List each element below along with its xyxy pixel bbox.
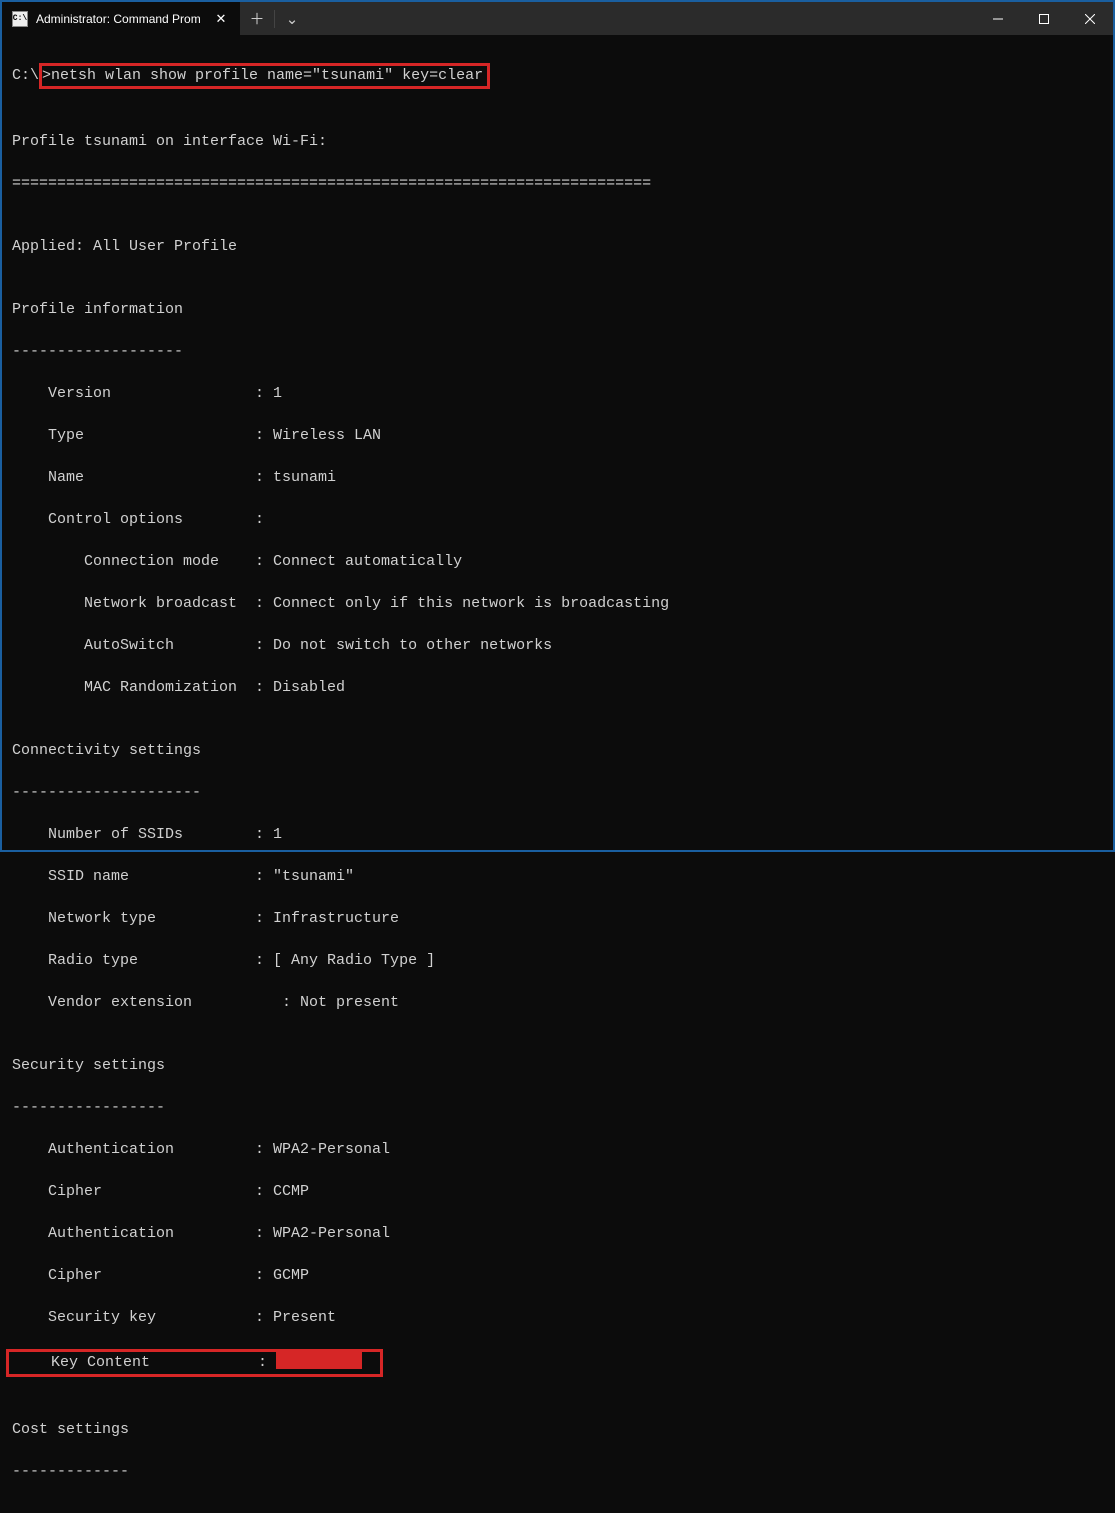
cmd-icon: C:\	[12, 11, 28, 27]
new-tab-button[interactable]: ＋	[240, 2, 274, 35]
output-line: ========================================…	[12, 173, 1103, 194]
output-line: Applied: All User Profile	[12, 236, 1103, 257]
maximize-icon	[1039, 14, 1049, 24]
output-line: -------------	[12, 1461, 1103, 1482]
minimize-button[interactable]	[975, 2, 1021, 35]
section-header: Profile information	[12, 299, 1103, 320]
key-content-line: Key Content :	[12, 1349, 1103, 1377]
output-line: Security key : Present	[12, 1307, 1103, 1328]
output-line: Cipher : CCMP	[12, 1181, 1103, 1202]
tab-title: Administrator: Command Prom	[36, 12, 204, 26]
prompt-line: C:\>netsh wlan show profile name="tsunam…	[12, 65, 1103, 89]
tab-close-button[interactable]: ✕	[212, 10, 230, 28]
output-line: AutoSwitch : Do not switch to other netw…	[12, 635, 1103, 656]
command-highlight: >netsh wlan show profile name="tsunami" …	[39, 63, 490, 89]
output-line: Cipher : GCMP	[12, 1265, 1103, 1286]
chevron-down-icon: ⌄	[286, 10, 299, 28]
minimize-icon	[993, 14, 1003, 24]
output-line: Type : Wireless LAN	[12, 425, 1103, 446]
output-line: Network broadcast : Connect only if this…	[12, 593, 1103, 614]
output-line: SSID name : "tsunami"	[12, 866, 1103, 887]
tab-active[interactable]: C:\ Administrator: Command Prom ✕	[2, 2, 240, 35]
output-line: Connection mode : Connect automatically	[12, 551, 1103, 572]
key-content-highlight: Key Content :	[6, 1349, 383, 1377]
terminal-output[interactable]: C:\>netsh wlan show profile name="tsunam…	[2, 36, 1113, 1513]
output-line: Authentication : WPA2-Personal	[12, 1139, 1103, 1160]
output-line: Network type : Infrastructure	[12, 908, 1103, 929]
titlebar: C:\ Administrator: Command Prom ✕ ＋ ⌄	[2, 2, 1113, 36]
command-text: >netsh wlan show profile name="tsunami" …	[42, 67, 483, 84]
tabbar-area: ＋ ⌄	[240, 2, 1113, 35]
key-content-redacted	[276, 1352, 362, 1369]
section-header: Connectivity settings	[12, 740, 1103, 761]
section-header: Cost settings	[12, 1419, 1103, 1440]
prompt-prefix: C:\	[12, 67, 39, 84]
close-window-button[interactable]	[1067, 2, 1113, 35]
tab-dropdown-button[interactable]: ⌄	[275, 2, 309, 35]
output-line: -----------------	[12, 1097, 1103, 1118]
output-line: -------------------	[12, 341, 1103, 362]
output-line: Version : 1	[12, 383, 1103, 404]
output-line: Vendor extension : Not present	[12, 992, 1103, 1013]
output-line: Number of SSIDs : 1	[12, 824, 1103, 845]
maximize-button[interactable]	[1021, 2, 1067, 35]
output-line: Control options :	[12, 509, 1103, 530]
section-header: Security settings	[12, 1055, 1103, 1076]
output-line: ---------------------	[12, 782, 1103, 803]
output-line: Profile tsunami on interface Wi-Fi:	[12, 131, 1103, 152]
output-line: Name : tsunami	[12, 467, 1103, 488]
key-content-label: Key Content :	[15, 1354, 276, 1371]
output-line: MAC Randomization : Disabled	[12, 677, 1103, 698]
output-line: Authentication : WPA2-Personal	[12, 1223, 1103, 1244]
output-line: Radio type : [ Any Radio Type ]	[12, 950, 1103, 971]
close-icon	[1085, 14, 1095, 24]
plus-icon: ＋	[249, 8, 264, 29]
